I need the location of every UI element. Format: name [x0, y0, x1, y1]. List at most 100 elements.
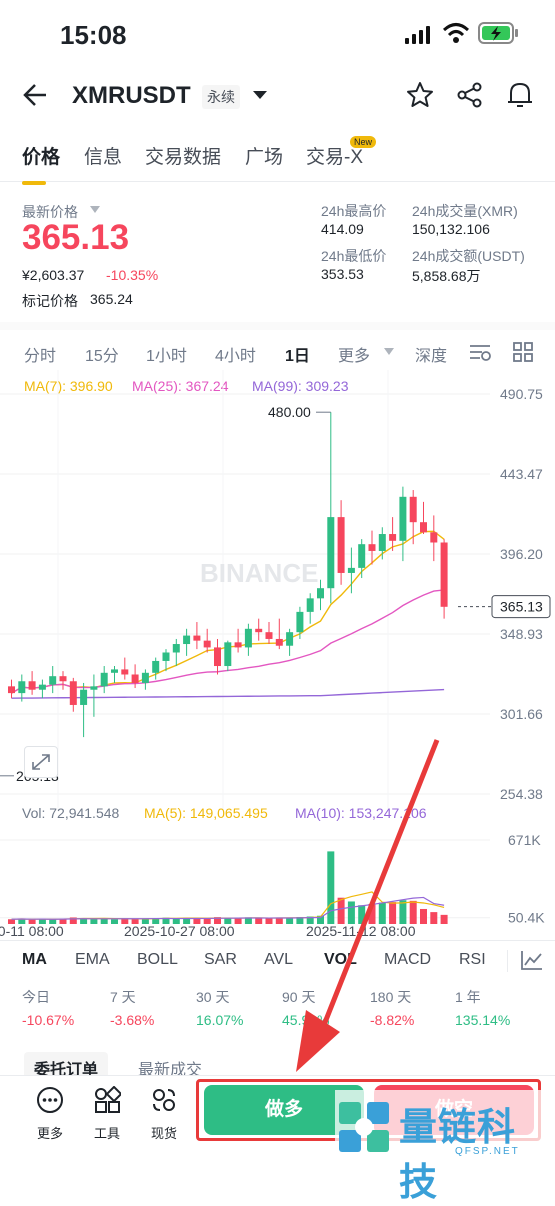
bell-notification-icon[interactable]	[506, 80, 534, 110]
volume-bar	[368, 903, 376, 924]
volume-bar	[111, 919, 118, 924]
indicator-macd[interactable]: MACD	[384, 951, 431, 969]
indicator-boll[interactable]: BOLL	[137, 951, 178, 969]
candle-body	[296, 611, 304, 633]
candle-body	[317, 588, 324, 599]
volume-bar	[389, 902, 397, 924]
candle-body	[90, 686, 98, 690]
volume-bar	[347, 901, 355, 924]
perf-value: 16.07%	[196, 1012, 244, 1028]
candle-body	[409, 496, 417, 523]
perf-label: 90 天	[282, 989, 316, 1005]
volume-bar	[255, 918, 263, 924]
mark-price-label: 标记价格	[22, 293, 78, 309]
candlestick-chart[interactable]: BINANCE 490.75 443.47 396.20 348.93 301.66 25…	[0, 370, 555, 810]
tab-price[interactable]: 价格	[22, 142, 60, 185]
more-label: 更多	[36, 1126, 63, 1141]
tab-info[interactable]: 信息	[84, 142, 122, 169]
chart-settings-icon[interactable]	[468, 341, 492, 363]
more-button[interactable]: 更多	[29, 1086, 71, 1142]
candle-body	[420, 522, 427, 533]
grid-layout-icon[interactable]	[512, 341, 534, 363]
vol-tick-label: 671K	[508, 832, 541, 848]
mark-price: 365.24	[90, 291, 133, 307]
candle-body	[69, 681, 77, 705]
volume-bar	[409, 900, 417, 924]
spot-button[interactable]: 现货	[143, 1086, 185, 1142]
candle-body	[244, 628, 252, 648]
y-tick-label: 301.66	[500, 706, 543, 722]
volume-label: 24h成交量(XMR)	[412, 203, 518, 219]
caret-down-icon[interactable]	[384, 348, 394, 356]
tf-1h[interactable]: 1小时	[146, 342, 187, 366]
expand-icon	[32, 754, 50, 770]
indicator-rsi[interactable]: RSI	[459, 951, 486, 969]
tf-15m[interactable]: 15分	[85, 342, 119, 366]
caret-down-icon[interactable]	[90, 206, 100, 214]
spot-label: 现货	[150, 1126, 177, 1141]
brand-url: QFSP.NET	[455, 1146, 520, 1157]
tab-trading-data[interactable]: 交易数据	[145, 142, 221, 169]
symbol-title[interactable]: XMRUSDT	[72, 82, 191, 110]
indicator-chart-icon[interactable]	[520, 949, 544, 971]
tf-1d[interactable]: 1日	[285, 342, 310, 366]
spot-exchange-icon	[153, 1089, 175, 1111]
share-icon[interactable]	[456, 81, 484, 109]
candle-body	[275, 638, 283, 646]
candle-body	[368, 544, 376, 551]
indicator-ema[interactable]: EMA	[75, 951, 110, 969]
more-dots-icon	[37, 1087, 63, 1113]
candle-body	[430, 532, 438, 543]
turnover-label: 24h成交额(USDT)	[412, 248, 525, 264]
perf-label: 今日	[22, 989, 50, 1005]
cny-price: ¥2,603.37	[22, 267, 85, 283]
candle-body	[100, 672, 108, 687]
candle-body	[38, 684, 46, 690]
indicator-vol[interactable]: VOL	[324, 951, 357, 969]
tf-more[interactable]: 更多	[338, 342, 370, 366]
fullscreen-button[interactable]	[24, 746, 58, 778]
brand-watermark: 量链科技 QFSP.NET	[335, 1090, 550, 1204]
high-value: 414.09	[321, 221, 364, 237]
perpetual-badge: 永续	[202, 85, 240, 109]
tf-4h[interactable]: 4小时	[215, 342, 256, 366]
vol-ma5-legend: MA(5): 149,065.495	[144, 805, 268, 821]
y-tick-label: 490.75	[500, 386, 543, 402]
perf-value: -10.67%	[22, 1012, 75, 1028]
candle-body	[28, 681, 36, 690]
back-arrow-icon[interactable]	[22, 82, 50, 108]
candle-body	[59, 676, 67, 682]
star-favorite-icon[interactable]	[406, 81, 434, 109]
indicator-ma[interactable]: MA	[22, 951, 47, 969]
caret-down-icon[interactable]	[252, 89, 268, 101]
perf-value: -8.82%	[370, 1012, 415, 1028]
volume-bar	[399, 900, 407, 924]
tab-square[interactable]: 广场	[245, 142, 283, 169]
status-time: 15:08	[60, 20, 127, 50]
indicator-sar[interactable]: SAR	[204, 951, 237, 969]
candle-body	[203, 640, 211, 648]
volume-bar	[90, 919, 98, 924]
tools-button[interactable]: 工具	[86, 1085, 128, 1142]
current-price-label: 365.13	[500, 599, 543, 615]
divider	[507, 950, 508, 972]
candle-body	[347, 567, 355, 573]
volume-bar	[337, 897, 345, 924]
candle-body	[378, 534, 386, 551]
candle-body	[18, 681, 26, 694]
volume-chart: 671K 50.4K 10-11 08:00 2025-10-27 08:00 2025…	[0, 832, 545, 939]
candle-body	[255, 628, 263, 633]
candle-body	[389, 534, 397, 541]
candle-body	[358, 544, 366, 568]
tf-line[interactable]: 分时	[24, 342, 56, 366]
candle-body	[111, 669, 118, 673]
volume-bar	[358, 905, 366, 924]
tf-depth[interactable]: 深度	[415, 342, 447, 366]
vol-ma10-legend: MA(10): 153,247.106	[295, 805, 427, 821]
vol-legend: Vol: 72,941.548	[22, 805, 120, 821]
y-tick-label: 443.47	[500, 466, 543, 482]
candle-body	[234, 642, 242, 648]
candle-body	[327, 517, 335, 589]
candle-body	[183, 635, 191, 645]
indicator-avl[interactable]: AVL	[264, 951, 293, 969]
